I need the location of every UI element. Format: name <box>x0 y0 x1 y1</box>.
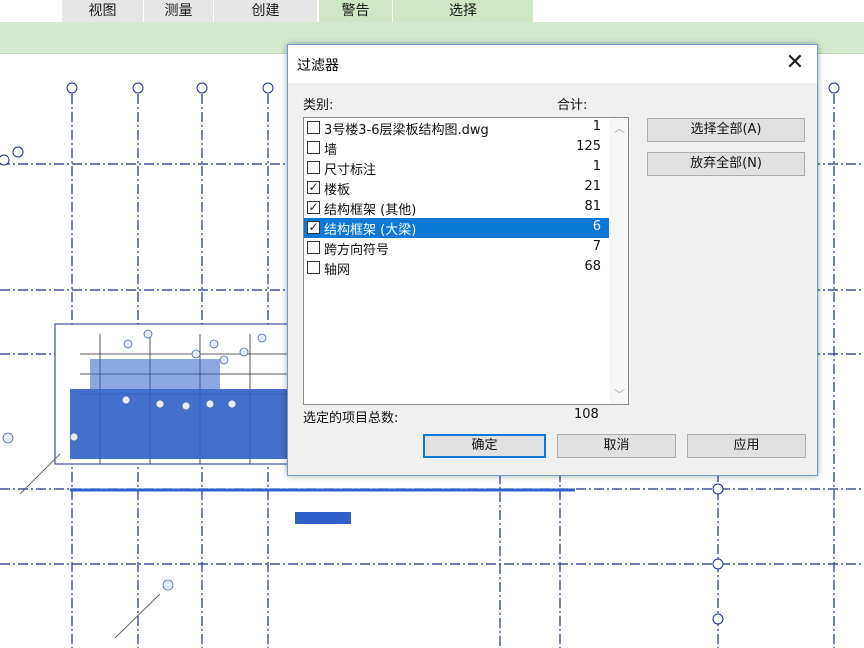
deselect-all-button[interactable]: 放弃全部(N) <box>647 152 805 176</box>
category-checkbox[interactable] <box>307 161 320 174</box>
category-checkbox[interactable] <box>307 261 320 274</box>
category-list[interactable]: 3号楼3-6层梁板结构图.dwg 1 墙 125 尺寸标注 1 ✓ 楼板 21 … <box>303 117 629 405</box>
list-item[interactable]: ✓ 结构框架 (其他) 81 <box>304 198 609 218</box>
list-item[interactable]: 尺寸标注 1 <box>304 158 609 178</box>
category-name: 墙 <box>324 143 338 158</box>
category-name: 结构框架 (大梁) <box>324 223 417 238</box>
select-all-button[interactable]: 选择全部(A) <box>647 118 805 142</box>
list-item[interactable]: 轴网 68 <box>304 258 609 278</box>
category-checkbox[interactable]: ✓ <box>307 201 320 214</box>
category-header: 类别: <box>303 98 334 113</box>
category-checkbox[interactable]: ✓ <box>307 181 320 194</box>
category-checkbox[interactable] <box>307 141 320 154</box>
ribbon-tab-bar: 视图 测量 创建 警告 选择 <box>0 0 864 22</box>
category-count: 81 <box>584 199 601 214</box>
category-name: 3号楼3-6层梁板结构图.dwg <box>324 123 489 138</box>
category-name: 楼板 <box>324 183 351 198</box>
tab-view[interactable]: 视图 <box>62 0 144 22</box>
list-item[interactable]: ✓ 楼板 21 <box>304 178 609 198</box>
chevron-up-icon[interactable]: ︿ <box>614 120 625 136</box>
tab-warning[interactable]: 警告 <box>319 0 393 22</box>
tab-create[interactable]: 创建 <box>214 0 318 22</box>
close-icon[interactable]: ✕ <box>783 51 807 75</box>
category-checkbox[interactable] <box>307 241 320 254</box>
category-count: 21 <box>584 179 601 194</box>
dialog-titlebar[interactable]: 过滤器 ✕ <box>288 45 817 83</box>
tab-measure[interactable]: 测量 <box>144 0 214 22</box>
category-checkbox[interactable] <box>307 121 320 134</box>
category-count: 1 <box>592 159 601 174</box>
ok-button[interactable]: 确定 <box>423 434 546 458</box>
list-item[interactable]: 跨方向符号 7 <box>304 238 609 258</box>
category-count: 6 <box>592 219 601 234</box>
apply-button[interactable]: 应用 <box>687 434 806 458</box>
check-icon: ✓ <box>308 220 319 234</box>
category-name: 尺寸标注 <box>324 163 377 178</box>
list-item[interactable]: 3号楼3-6层梁板结构图.dwg 1 <box>304 118 609 138</box>
category-count: 1 <box>592 119 601 134</box>
filter-dialog: 过滤器 ✕ 类别: 合计: 3号楼3-6层梁板结构图.dwg 1 墙 125 尺… <box>287 44 818 476</box>
cancel-button[interactable]: 取消 <box>557 434 676 458</box>
total-header: 合计: <box>557 98 588 113</box>
category-count: 7 <box>592 239 601 254</box>
check-icon: ✓ <box>308 180 319 194</box>
total-selected-label: 选定的项目总数: <box>303 411 399 426</box>
list-item[interactable]: 墙 125 <box>304 138 609 158</box>
category-checkbox[interactable]: ✓ <box>307 221 320 234</box>
tab-select[interactable]: 选择 <box>393 0 534 22</box>
total-selected-value: 108 <box>574 407 599 422</box>
category-count: 68 <box>584 259 601 274</box>
category-name: 跨方向符号 <box>324 243 390 258</box>
category-name: 结构框架 (其他) <box>324 203 417 218</box>
list-scrollbar[interactable]: ︿ ﹀ <box>610 118 628 404</box>
list-item-selected[interactable]: ✓ 结构框架 (大梁) 6 <box>304 218 609 238</box>
chevron-down-icon[interactable]: ﹀ <box>614 386 625 402</box>
category-count: 125 <box>576 139 601 154</box>
dialog-title: 过滤器 <box>297 58 339 74</box>
check-icon: ✓ <box>308 200 319 214</box>
category-name: 轴网 <box>324 263 351 278</box>
